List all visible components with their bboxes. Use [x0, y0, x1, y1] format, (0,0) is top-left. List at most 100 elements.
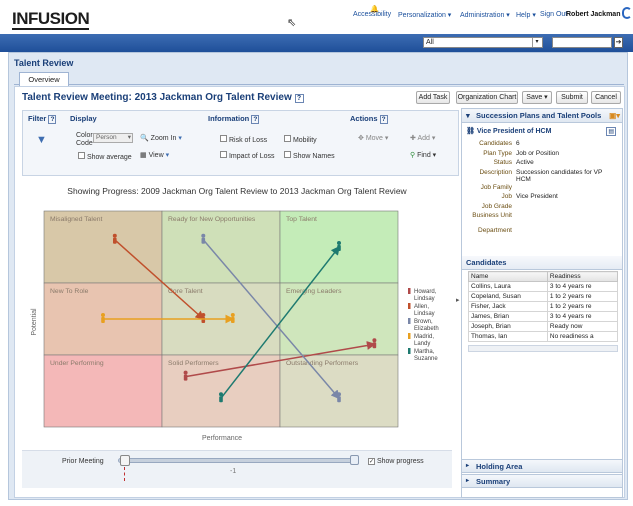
table-row[interactable]: Fisher, Jack 1 to 2 years re: [468, 301, 619, 312]
link-sign-out[interactable]: Sign Out: [540, 11, 567, 18]
field-label: Plan Type: [483, 149, 512, 157]
search-label: Search: [400, 5, 423, 12]
nav-social[interactable]: Social: [255, 5, 274, 12]
person-marker[interactable]: [183, 370, 188, 381]
show-names-checkbox[interactable]: Show Names: [284, 151, 335, 160]
filter-heading: Filter ?: [28, 114, 57, 124]
table-row[interactable]: Joseph, Brian Ready now: [468, 321, 619, 332]
legend-label: Allen, Lindsay: [414, 304, 435, 317]
page-title: Talent Review: [14, 58, 74, 68]
help-icon[interactable]: ?: [379, 115, 388, 124]
table-row[interactable]: Collins, Laura 3 to 4 years re: [468, 281, 619, 292]
slider-handle[interactable]: [120, 455, 130, 466]
succession-panel-header[interactable]: ▾ Succession Plans and Talent Pools ▣▾: [462, 109, 622, 123]
add-button[interactable]: ✚ Add ▾: [410, 134, 435, 142]
show-average-checkbox[interactable]: Show average: [78, 152, 132, 161]
grid-box-label: Emerging Leaders: [286, 288, 342, 295]
candidate-name: Joseph, Brian: [468, 321, 548, 332]
nav-favorites[interactable]: Favorites ▾: [114, 5, 148, 13]
field-value: Succession candidates for VP HCM: [516, 168, 603, 183]
link-personalization[interactable]: Personalization ▾: [398, 11, 451, 19]
cursor-icon: ⇖: [287, 17, 297, 29]
save-button[interactable]: Save ▾: [522, 91, 552, 104]
actions-heading: Actions ?: [350, 114, 388, 124]
legend-item: Martha, Suzanne: [408, 348, 438, 362]
tab-overview[interactable]: Overview: [19, 72, 69, 86]
candidate-name: Copeland, Susan: [468, 291, 548, 302]
organization-chart-button[interactable]: Organization Chart: [456, 91, 518, 104]
nav-watchlist[interactable]: Watchlist ▾: [158, 5, 192, 13]
bell-icon[interactable]: 🔔: [370, 5, 379, 13]
plan-title[interactable]: ⛓ Vice President of HCM: [466, 127, 551, 135]
search-go-icon[interactable]: ➔: [614, 37, 623, 48]
chart-svg: Showing Progress: 2009 Jackman Org Talen…: [31, 186, 439, 442]
nav-home[interactable]: Home: [5, 5, 24, 12]
candidate-readiness: 3 to 4 years re: [546, 281, 619, 292]
help-icon[interactable]: ?: [294, 94, 304, 103]
add-task-button[interactable]: Add Task: [416, 91, 450, 104]
table-row[interactable]: Copeland, Susan 1 to 2 years re: [468, 291, 619, 302]
person-marker[interactable]: [230, 313, 235, 323]
legend-item: Madrid, Landy: [408, 333, 434, 347]
submit-button[interactable]: Submit: [556, 91, 588, 104]
move-button[interactable]: ✥ Move ▾: [358, 134, 388, 142]
meeting-slider-track[interactable]: [118, 458, 356, 463]
candidates-scrollbar[interactable]: [468, 345, 618, 352]
slider-tick-label: -1: [230, 468, 237, 475]
person-marker[interactable]: [101, 313, 105, 323]
slider-end-handle[interactable]: [350, 455, 359, 465]
link-help[interactable]: Help ▾: [516, 11, 536, 19]
search-input[interactable]: [552, 37, 612, 48]
mobility-checkbox[interactable]: Mobility: [284, 135, 317, 144]
filter-funnel-icon[interactable]: ▼: [36, 134, 47, 146]
nav-tags[interactable]: Tags: [208, 5, 223, 12]
person-marker[interactable]: [337, 392, 341, 403]
person-marker[interactable]: [372, 338, 377, 349]
nav-navigator[interactable]: Navigator ▾: [24, 5, 59, 13]
search-scope-select[interactable]: All ▾: [423, 37, 543, 48]
person-marker[interactable]: [201, 233, 206, 244]
field-label: Business Unit: [472, 212, 512, 219]
grid-box-label: Misaligned Talent: [50, 216, 103, 223]
person-marker[interactable]: [201, 313, 206, 323]
help-icon[interactable]: ?: [251, 115, 260, 124]
person-marker[interactable]: [337, 241, 341, 251]
expand-icon: ▸: [466, 478, 470, 484]
grid-box-label: Outstanding Performers: [286, 360, 359, 367]
help-icon[interactable]: ?: [48, 115, 57, 124]
candidate-readiness: Ready now: [546, 321, 619, 332]
panel-menu-icon[interactable]: ▣▾: [609, 109, 620, 122]
column-readiness[interactable]: Readiness: [546, 271, 619, 282]
zoom-in-button[interactable]: 🔍 Zoom In ▾: [140, 134, 182, 142]
risk-of-loss-checkbox[interactable]: Risk of Loss: [220, 135, 267, 144]
show-progress-checkbox[interactable]: ✓ Show progress: [368, 458, 424, 465]
column-name[interactable]: Name: [468, 271, 548, 282]
person-marker[interactable]: [219, 392, 223, 403]
chevron-down-icon: ▾: [127, 134, 131, 141]
color-code-select[interactable]: Person ▾: [93, 133, 133, 143]
grid-box-label: Ready for New Opportunities: [168, 216, 256, 223]
org-icon: ⛓: [466, 128, 475, 135]
impact-of-loss-checkbox[interactable]: Impact of Loss: [220, 151, 274, 160]
grid-box-label: Solid Performers: [168, 360, 219, 367]
move-icon: ✥: [358, 135, 364, 142]
candidate-readiness: 1 to 2 years re: [546, 291, 619, 302]
holding-area-header[interactable]: ▸ Holding Area: [462, 459, 622, 473]
nav-recent-items[interactable]: Recent Items ▾: [64, 5, 111, 13]
view-button[interactable]: ▦ View ▾: [140, 151, 169, 159]
table-row[interactable]: James, Brian 3 to 4 years re: [468, 311, 619, 322]
information-heading: Information ?: [208, 114, 260, 124]
summary-header[interactable]: ▸ Summary: [462, 474, 622, 488]
find-button[interactable]: ⚲ Find ▾: [410, 151, 436, 159]
nav-spaces[interactable]: Spaces: [226, 5, 249, 12]
link-administration[interactable]: Administration ▾: [460, 11, 510, 19]
notifications-count[interactable]: (0): [380, 5, 389, 12]
table-row[interactable]: Thomas, Ian No readiness a: [468, 331, 619, 342]
grid-box-label: Top Talent: [286, 216, 317, 223]
splitter-handle[interactable]: ▸: [456, 296, 460, 304]
person-marker[interactable]: [112, 233, 117, 244]
detail-icon[interactable]: ▤: [606, 127, 616, 136]
user-name: Robert Jackman: [566, 11, 621, 18]
slider-marker: [124, 467, 130, 481]
cancel-button[interactable]: Cancel: [591, 91, 621, 104]
